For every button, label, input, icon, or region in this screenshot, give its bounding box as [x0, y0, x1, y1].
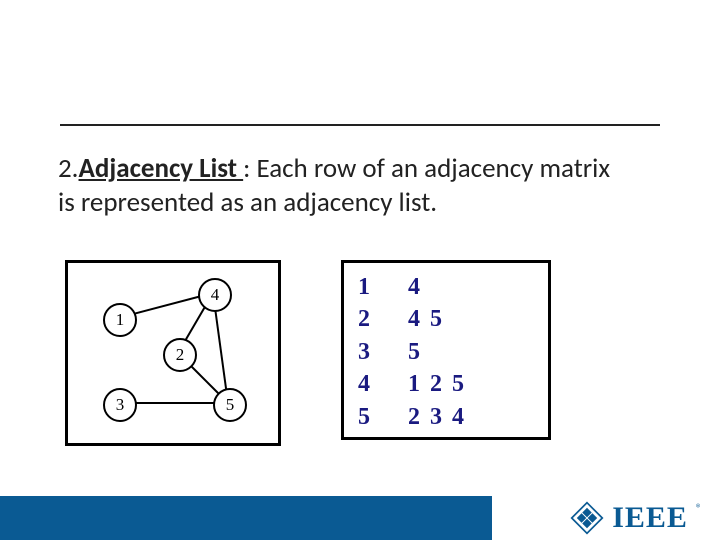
graph-node-5: 5: [213, 388, 247, 422]
graph-node-4: 4: [198, 278, 232, 312]
registered-mark: ®: [696, 502, 702, 516]
footer: IEEE ®: [0, 496, 720, 540]
list-item: 41 2 5: [358, 368, 534, 400]
list-item: 52 3 4: [358, 401, 534, 433]
ieee-logo-text: IEEE: [612, 501, 688, 535]
footer-bar: [0, 496, 492, 540]
footer-logo-area: IEEE ®: [492, 496, 720, 540]
body-text: 2.Adjacency List : Each row of an adjace…: [58, 152, 618, 220]
ieee-kite-icon: [570, 501, 604, 535]
figure-row: 1 4 2 3 5 14 24 5 35 41 2 5 52 3 4: [65, 260, 551, 446]
term: Adjacency List: [79, 152, 244, 185]
graph-panel: 1 4 2 3 5: [65, 260, 281, 446]
graph-node-3: 3: [103, 388, 137, 422]
divider: [60, 124, 660, 126]
list-item: 35: [358, 336, 534, 368]
graph-node-2: 2: [163, 338, 197, 372]
list-item: 24 5: [358, 303, 534, 335]
graph-node-1: 1: [103, 303, 137, 337]
adjacency-list-panel: 14 24 5 35 41 2 5 52 3 4: [341, 260, 551, 440]
item-number: 2.: [58, 152, 79, 185]
list-item: 14: [358, 271, 534, 303]
